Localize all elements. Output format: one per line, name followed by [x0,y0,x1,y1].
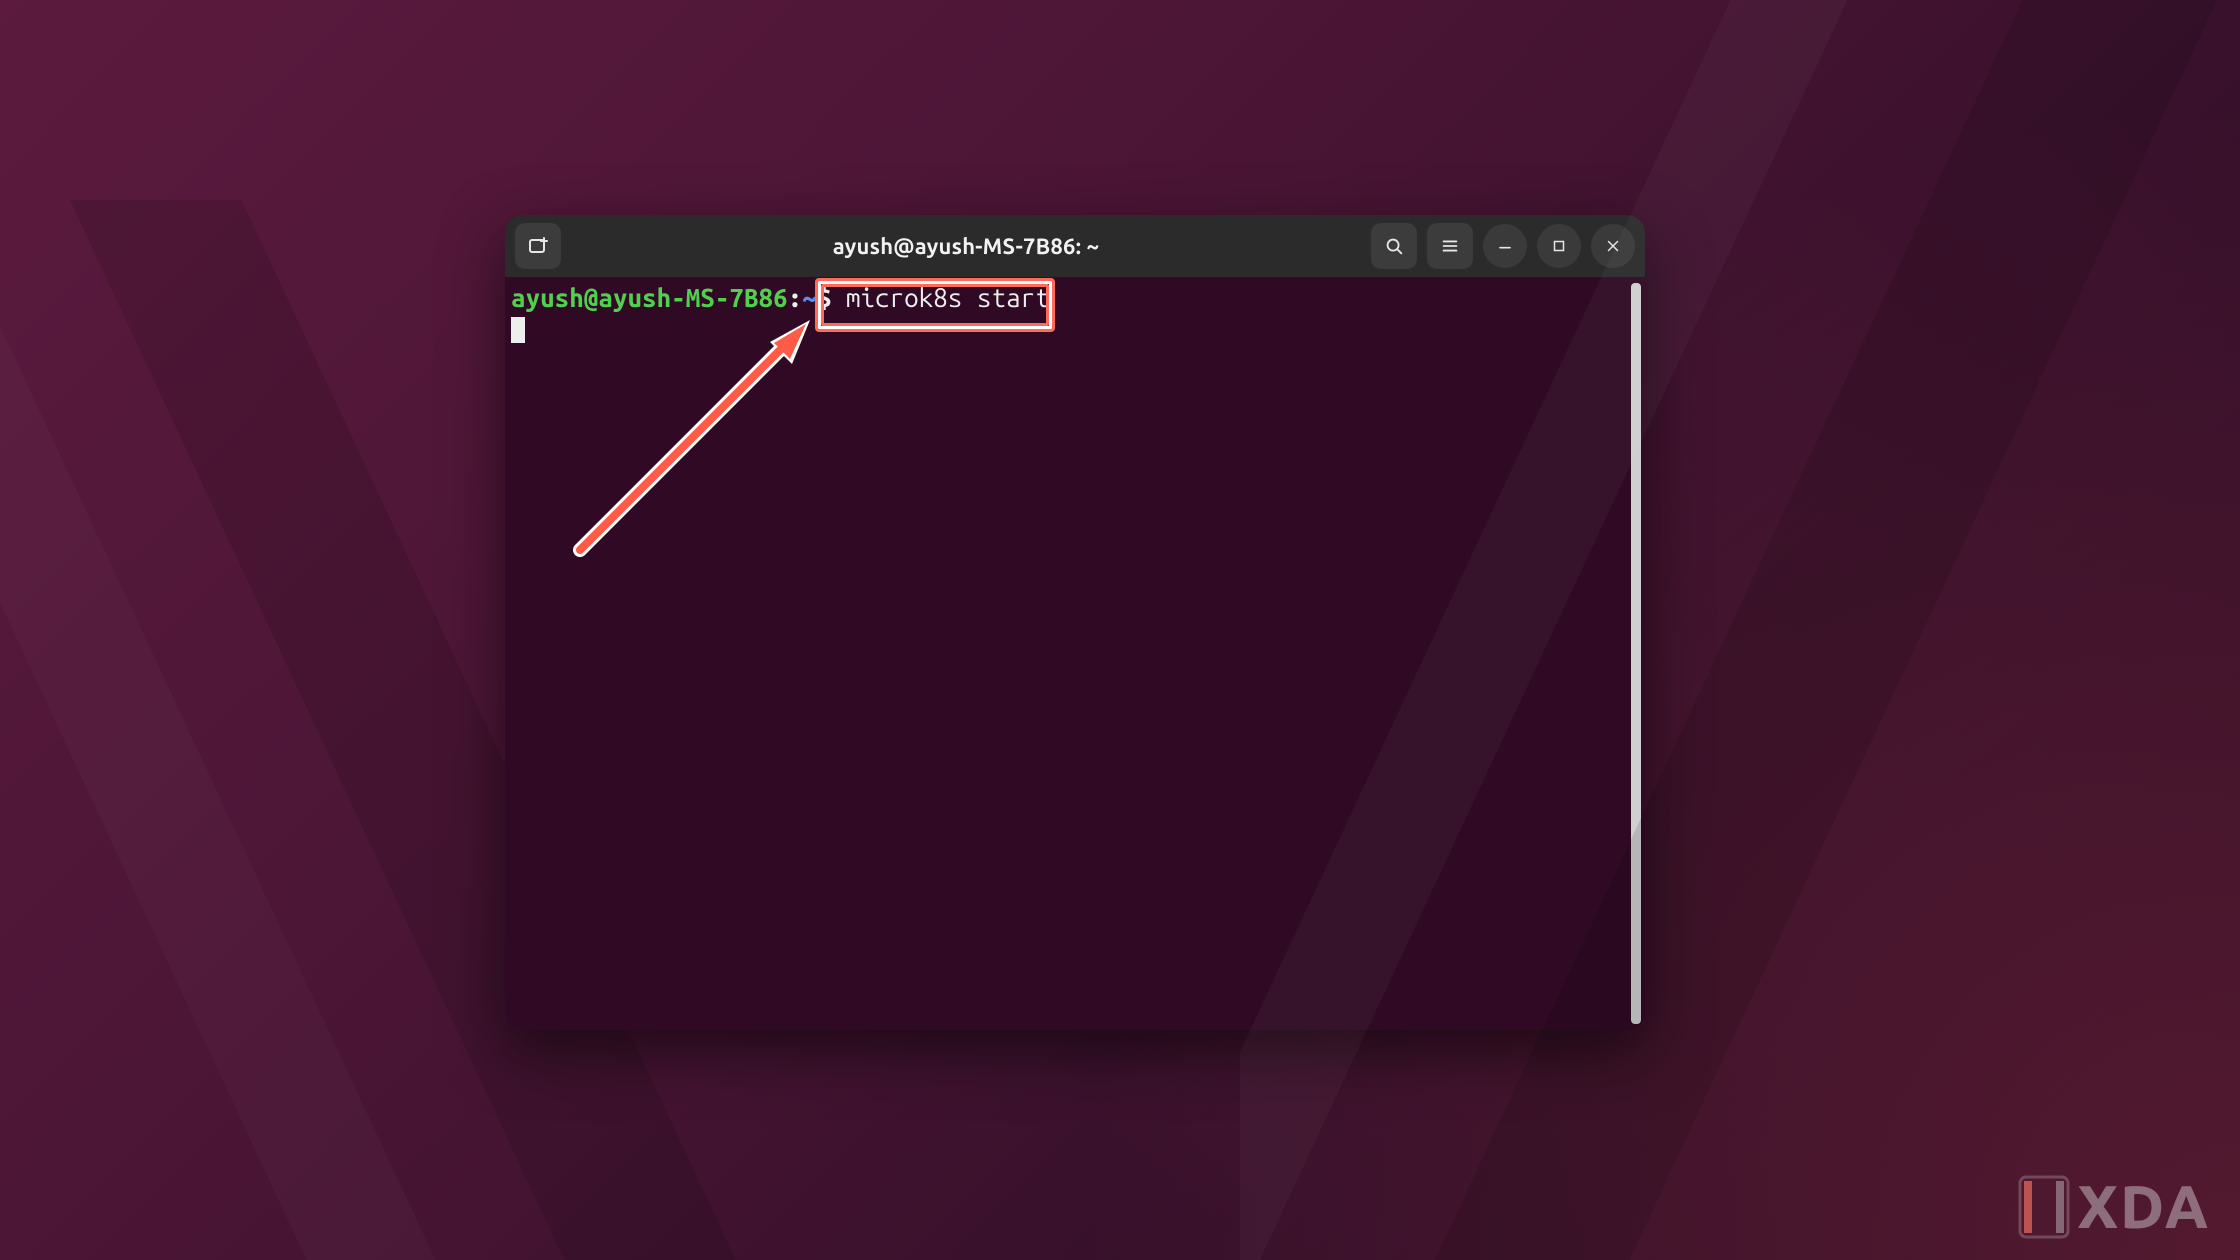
search-button[interactable] [1371,223,1417,269]
menu-button[interactable] [1427,223,1473,269]
window-title: ayush@ayush-MS-7B86: ~ [571,234,1361,259]
new-tab-icon [526,234,550,258]
xda-logo-icon [2018,1175,2070,1239]
close-button[interactable] [1591,224,1635,268]
terminal-window: ayush@ayush-MS-7B86: ~ [505,215,1645,1030]
terminal-scrollbar[interactable] [1631,283,1641,1024]
desktop-wallpaper: ayush@ayush-MS-7B86: ~ [0,0,2240,1260]
terminal-cursor [511,317,525,343]
prompt-symbol: $ [817,283,832,312]
minimize-icon [1495,236,1515,256]
window-titlebar[interactable]: ayush@ayush-MS-7B86: ~ [505,215,1645,277]
terminal-body[interactable]: ayush@ayush-MS-7B86:~$ microk8s start [505,277,1645,1030]
minimize-button[interactable] [1483,224,1527,268]
prompt-separator: : [788,283,803,312]
xda-watermark: XDA [2018,1173,2210,1240]
prompt-user-host: ayush@ayush-MS-7B86 [511,283,788,312]
terminal-content[interactable]: ayush@ayush-MS-7B86:~$ microk8s start [505,277,1631,1030]
prompt-path: ~ [802,283,817,312]
command-text: microk8s start [846,283,1050,312]
watermark-text: XDA [2078,1173,2210,1240]
search-icon [1383,235,1405,257]
maximize-button[interactable] [1537,224,1581,268]
hamburger-menu-icon [1439,235,1461,257]
new-tab-button[interactable] [515,223,561,269]
close-icon [1604,237,1622,255]
maximize-icon [1550,237,1568,255]
